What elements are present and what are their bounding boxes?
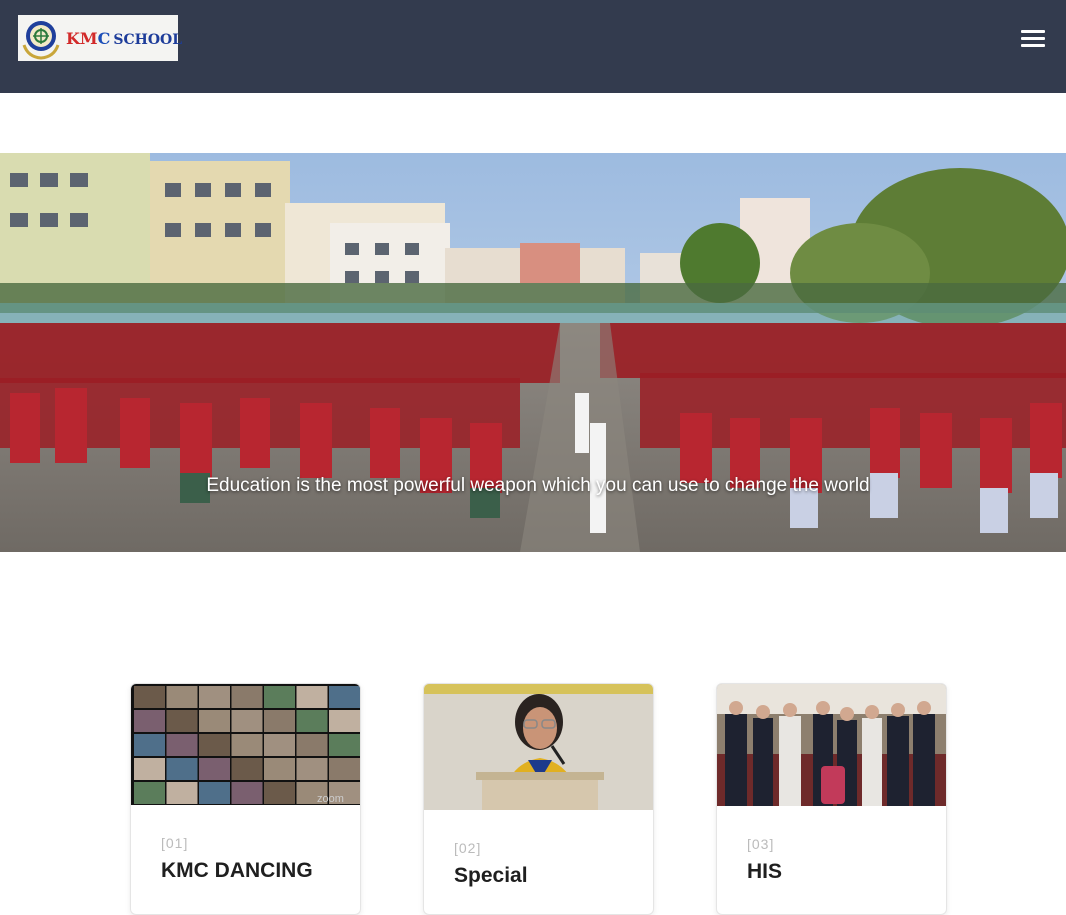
hamburger-icon [1021,30,1045,33]
hero-banner: Education is the most powerful weapon wh… [0,153,1066,552]
school-emblem-icon [18,15,64,61]
logo-text: KMC SCHOOL [66,28,183,48]
hamburger-menu-button[interactable] [1019,27,1047,49]
card-image-zoom-meeting: zoom [131,684,360,805]
hero-caption: Education is the most powerful weapon wh… [206,475,870,496]
card-number: [03] [747,836,775,852]
card-image-group-event [717,684,946,806]
news-card[interactable]: zoom [01] KMC DANCING [130,683,361,915]
news-card[interactable]: [03] HIS [716,683,947,915]
school-logo[interactable]: KMC SCHOOL [18,15,182,61]
card-title[interactable]: KMC DANCING [161,859,313,883]
card-title[interactable]: Special [454,864,528,888]
card-number: [02] [454,840,482,856]
card-number: [01] [161,835,189,851]
card-image-student-speech [424,684,653,810]
site-header: KMC SCHOOL [0,0,1066,93]
card-title[interactable]: HIS [747,860,782,884]
news-card[interactable]: [02] Special [423,683,654,915]
zoom-watermark: zoom [317,793,344,805]
